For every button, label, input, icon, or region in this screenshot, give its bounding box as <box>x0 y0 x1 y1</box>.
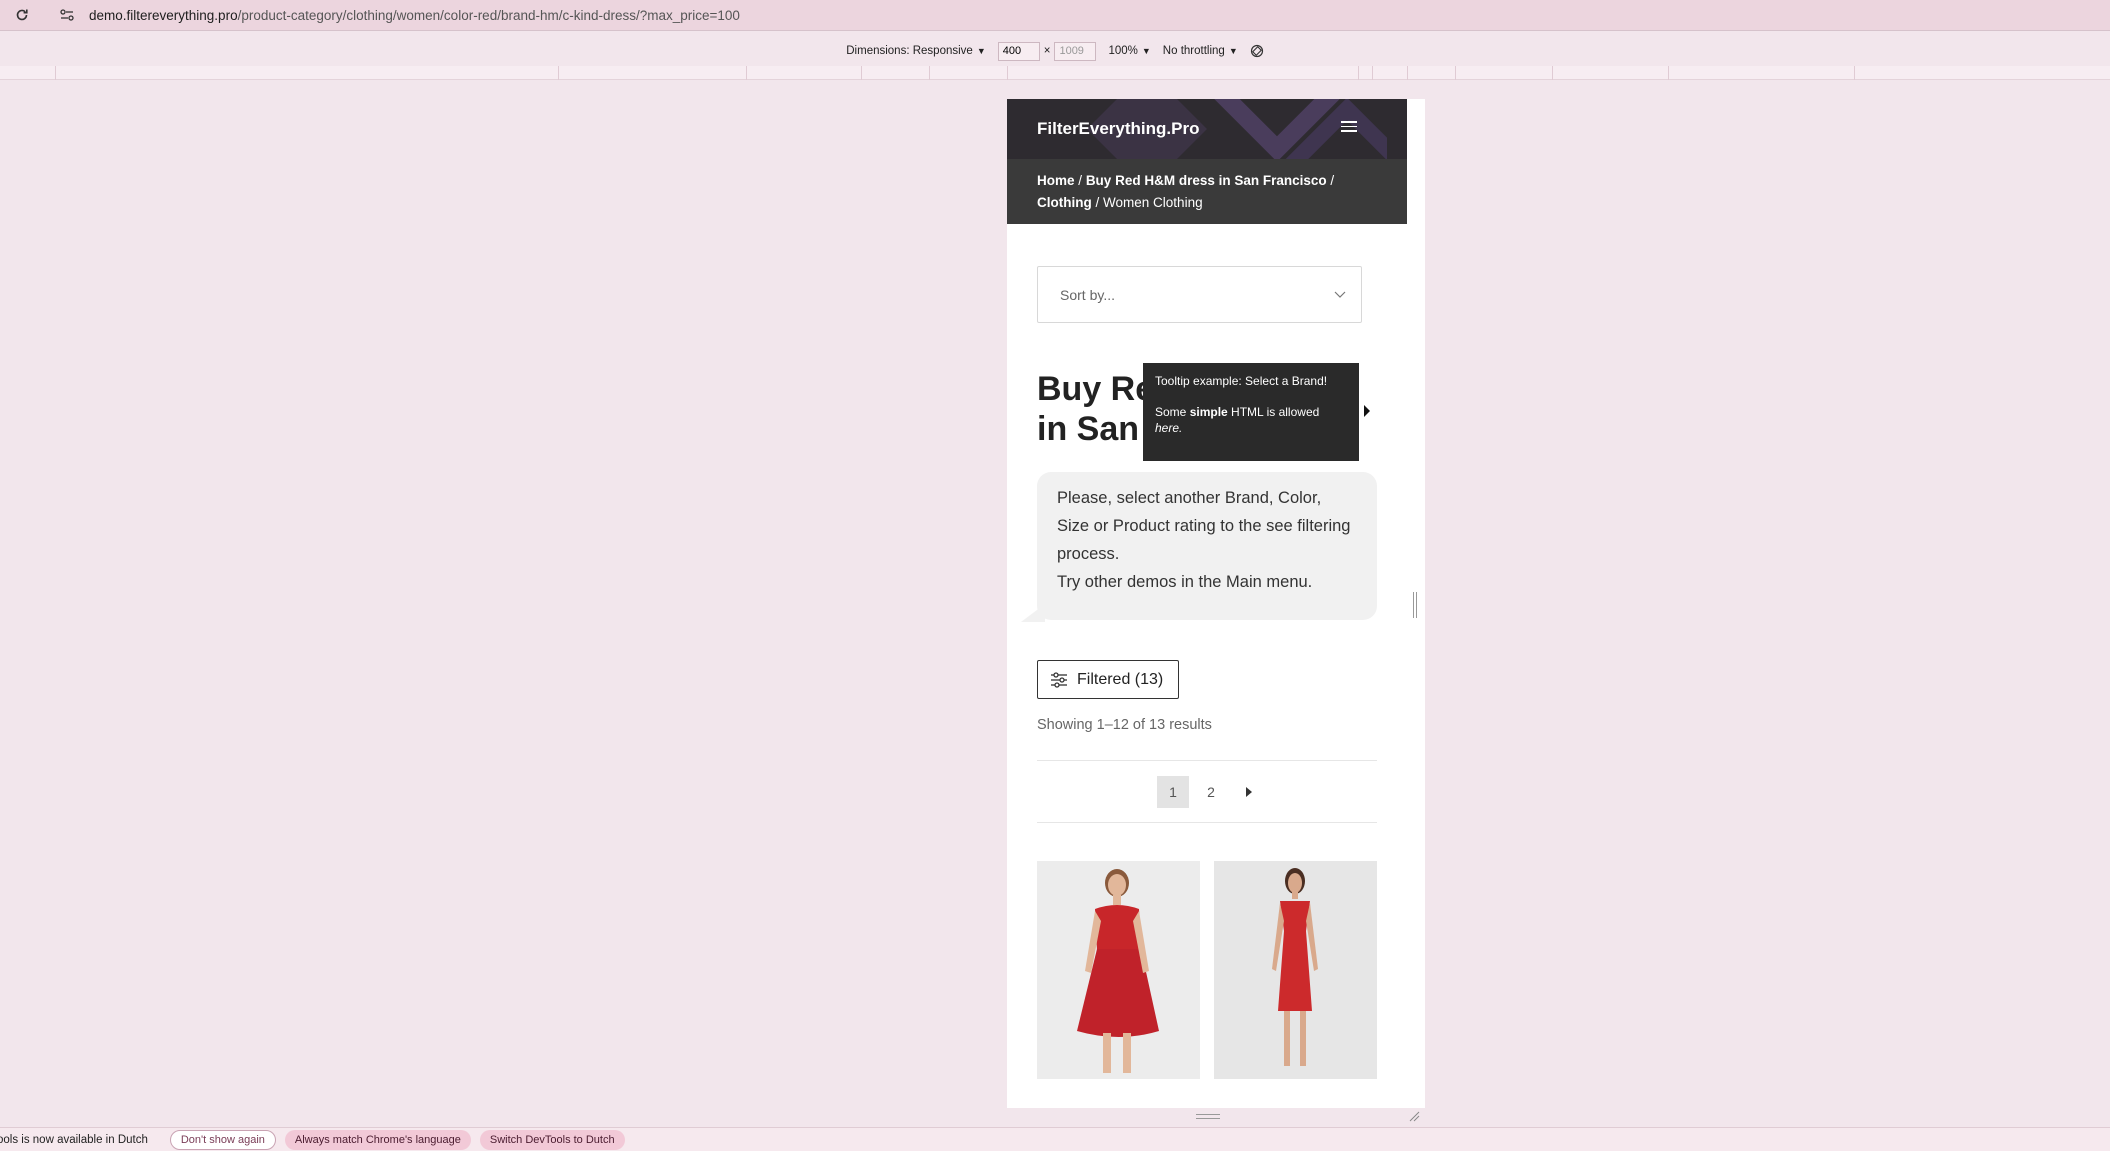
product-image-red-dress[interactable] <box>1037 861 1200 1079</box>
width-input[interactable] <box>997 41 1040 61</box>
dont-show-again-button[interactable]: Don't show again <box>169 1129 276 1150</box>
breadcrumb-link-filter[interactable]: Buy Red H&M dress in San Francisco <box>1086 173 1327 188</box>
filter-sliders-icon <box>1051 671 1067 688</box>
url-host: demo.filtereverything.pro <box>89 7 238 23</box>
next-page-icon[interactable] <box>1233 776 1265 808</box>
results-count: Showing 1–12 of 13 results <box>1037 717 1212 733</box>
dimensions-label: Dimensions: Responsive <box>846 45 973 57</box>
page-1[interactable]: 1 <box>1157 776 1189 808</box>
tooltip-text: Some <box>1155 405 1190 419</box>
device-viewport: FilterEverything.Pro Home / Buy Red H&M … <box>1007 99 1407 1108</box>
pagination: 1 2 <box>1157 776 1265 808</box>
caret-down-icon: ▼ <box>1141 46 1151 56</box>
tooltip-italic-text: here. <box>1155 421 1183 435</box>
tooltip-body: Some simple HTML is allowed here. <box>1155 404 1347 436</box>
breadcrumb-separator: / <box>1078 173 1083 188</box>
breadcrumb-home[interactable]: Home <box>1037 173 1075 188</box>
tooltip-text: HTML is allowed <box>1227 405 1320 419</box>
url-path: /product-category/clothing/women/color-r… <box>237 7 740 23</box>
breadcrumb-link-clothing[interactable]: Clothing <box>1037 195 1092 210</box>
product-image-red-bodycon-dress[interactable] <box>1214 861 1377 1079</box>
rotate-icon[interactable] <box>1250 44 1264 58</box>
height-input[interactable] <box>1054 41 1097 61</box>
site-logo[interactable]: FilterEverything.Pro <box>1037 119 1199 139</box>
notice-bubble: Please, select another Brand, Color, Siz… <box>1037 472 1377 620</box>
device-toolbar: Dimensions: Responsive▼ × 100%▼ No throt… <box>0 36 2110 66</box>
chevron-down-icon <box>1334 291 1346 298</box>
always-match-language-button[interactable]: Always match Chrome's language <box>284 1129 471 1150</box>
divider <box>1037 822 1377 823</box>
devtools-language-infobar: ools is now available in Dutch Don't sho… <box>0 1127 2110 1151</box>
notice-tail <box>1021 604 1045 622</box>
infobar-message: ools is now available in Dutch <box>0 1133 148 1146</box>
sort-placeholder: Sort by... <box>1060 286 1115 303</box>
reload-icon[interactable] <box>12 5 32 25</box>
sort-select[interactable]: Sort by... <box>1037 266 1362 323</box>
switch-devtools-language-button[interactable]: Switch DevTools to Dutch <box>479 1129 625 1150</box>
throttling-dropdown[interactable]: No throttling ▼ <box>1163 45 1238 57</box>
address-bar[interactable]: demo.filtereverything.pro/product-catego… <box>89 8 740 23</box>
zoom-label: 100% <box>1108 45 1138 57</box>
tooltip-heading: Tooltip example: Select a Brand! <box>1155 374 1328 388</box>
resize-handle-right[interactable] <box>1413 592 1417 618</box>
notice-text: Please, select another Brand, Color, Siz… <box>1057 489 1351 563</box>
notice-text-secondary: Try other demos in the Main menu. <box>1057 573 1313 591</box>
brand-tooltip: Tooltip example: Select a Brand! Some si… <box>1143 363 1359 461</box>
breadcrumb: Home / Buy Red H&M dress in San Francisc… <box>1007 159 1407 224</box>
breadcrumb-separator: / <box>1095 195 1100 210</box>
resize-corner-icon[interactable] <box>1408 1110 1420 1122</box>
throttling-label: No throttling <box>1162 45 1225 57</box>
caret-down-icon: ▼ <box>1228 46 1238 56</box>
tooltip-bold-text: simple <box>1189 405 1228 419</box>
site-settings-icon[interactable] <box>56 4 78 26</box>
breadcrumb-current: Women Clothing <box>1103 195 1203 210</box>
page-2[interactable]: 2 <box>1195 776 1227 808</box>
tooltip-arrow-icon <box>1364 405 1370 417</box>
hamburger-menu-icon[interactable] <box>1341 121 1357 135</box>
dimensions-dropdown[interactable]: Dimensions: Responsive ▼ <box>846 45 985 57</box>
media-query-ruler <box>0 66 2110 80</box>
times-icon: × <box>1043 45 1051 57</box>
browser-toolbar: demo.filtereverything.pro/product-catego… <box>0 0 2110 31</box>
resize-handle-bottom[interactable] <box>1196 1114 1220 1119</box>
caret-down-icon: ▼ <box>976 46 986 56</box>
zoom-dropdown[interactable]: 100% ▼ <box>1108 45 1150 57</box>
filtered-button[interactable]: Filtered (13) <box>1037 660 1179 699</box>
divider <box>1037 760 1377 761</box>
site-header: FilterEverything.Pro <box>1007 99 1407 159</box>
breadcrumb-separator: / <box>1330 173 1335 188</box>
filtered-button-label: Filtered (13) <box>1077 670 1164 688</box>
